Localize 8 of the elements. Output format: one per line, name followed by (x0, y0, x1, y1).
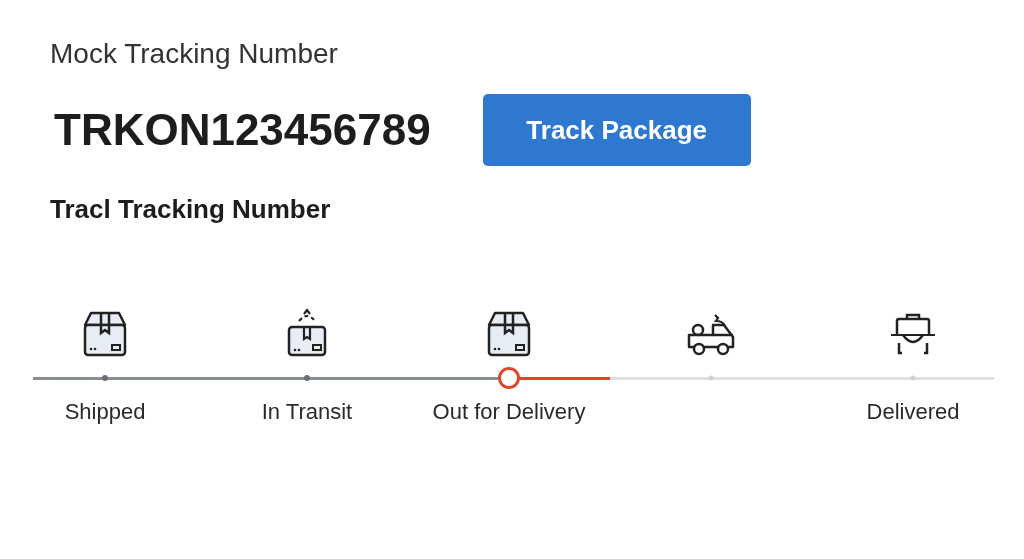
step-label: Shipped (64, 399, 146, 425)
step-label: Delivered (866, 399, 960, 425)
section-title: Tracl Tracking Number (50, 194, 331, 225)
track-package-button[interactable]: Track Package (482, 94, 751, 166)
step-label: In Transit (261, 399, 353, 425)
step-label: Out for Delivery (432, 399, 586, 425)
tracking-number: TRKON123456789 (53, 105, 431, 155)
field-label: Mock Tracking Number (50, 38, 338, 70)
